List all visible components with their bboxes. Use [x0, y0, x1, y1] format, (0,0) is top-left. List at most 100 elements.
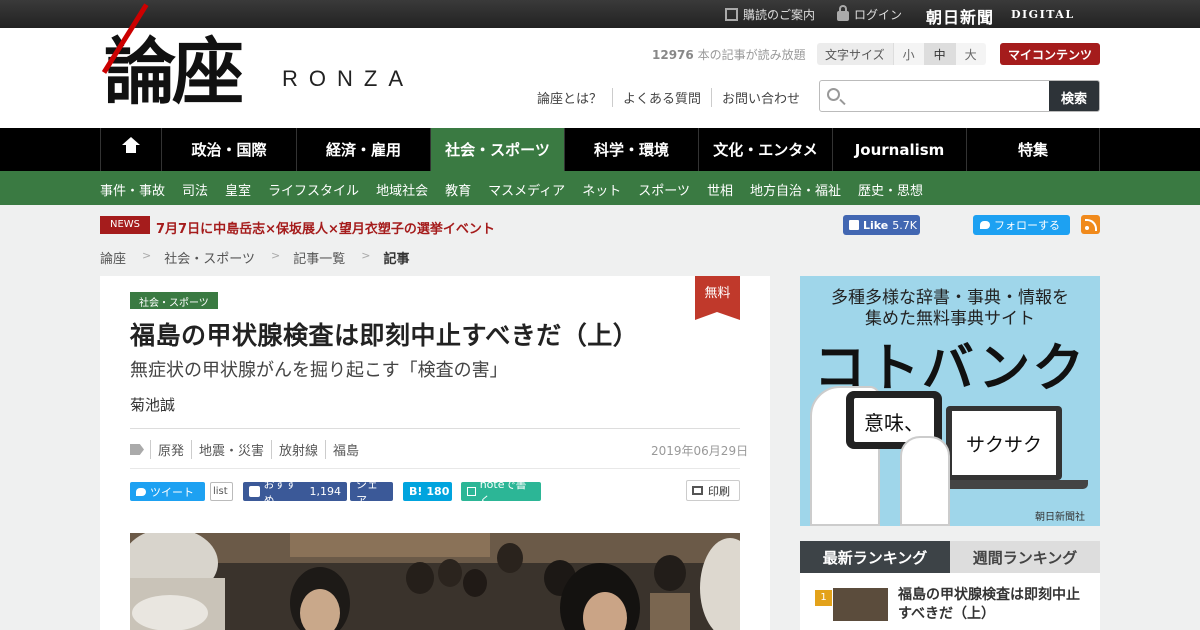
note-button[interactable]: noteで書く: [461, 478, 541, 507]
hatena-label: B!: [409, 485, 423, 498]
fb-like-count: 5.7K: [892, 218, 917, 232]
nav-item-economy[interactable]: 経済・雇用: [296, 128, 430, 171]
faq-link[interactable]: よくある質問: [612, 88, 711, 107]
note-icon: [467, 487, 476, 496]
search-input[interactable]: [848, 81, 1048, 111]
divider: [130, 428, 740, 429]
subscribe-link[interactable]: 購読のご案内: [725, 6, 815, 23]
tw-follow-label: フォローする: [994, 219, 1060, 232]
laptop-base: [938, 480, 1088, 489]
rank-title-link[interactable]: 福島の甲状腺検査は即刻中止すべきだ（上）: [898, 586, 1088, 624]
asahi-brand-sub[interactable]: DIGITAL: [1011, 8, 1075, 21]
nav-item-science[interactable]: 科学・環境: [564, 128, 698, 171]
nav-home[interactable]: [100, 128, 161, 171]
subnav-item[interactable]: スポーツ: [638, 180, 690, 199]
print-label: 印刷: [708, 484, 730, 498]
home-icon: [122, 136, 140, 157]
fb-recommend-label: おすすめ: [263, 477, 297, 507]
subnav-item[interactable]: 世相: [707, 180, 733, 199]
article-title: 福島の甲状腺検査は即刻中止すべきだ（上）: [130, 321, 639, 350]
subnav-item[interactable]: 教育: [445, 180, 471, 199]
tag-link[interactable]: 放射線: [271, 440, 325, 459]
nav-item-culture[interactable]: 文化・エンタメ: [698, 128, 832, 171]
rank-number: 1: [815, 590, 832, 606]
publish-date: 2019年06月29日: [651, 444, 749, 458]
tag-link[interactable]: 地震・災害: [191, 440, 271, 459]
top-bar: 購読のご案内 ログイン 朝日新聞 DIGITAL: [0, 0, 1200, 28]
subnav-item[interactable]: 地域社会: [376, 180, 428, 199]
logo-roman[interactable]: RONZA: [282, 66, 414, 92]
tweet-button[interactable]: ツイート: [130, 482, 205, 501]
hatena-bookmark-button[interactable]: B! 180: [403, 482, 452, 501]
subnav-item[interactable]: マスメディア: [488, 180, 565, 199]
fb-count: 1,194: [309, 485, 342, 498]
facebook-like-button[interactable]: Like 5.7K: [843, 215, 920, 235]
fb-like-label: Like: [863, 218, 889, 232]
site-logo[interactable]: 論座: [104, 36, 244, 108]
twitter-follow-button[interactable]: フォローする: [973, 215, 1070, 235]
main-nav: 政治・国際 経済・雇用 社会・スポーツ 科学・環境 文化・エンタメ Journa…: [0, 128, 1200, 171]
edit-icon: [725, 8, 738, 21]
news-headline-link[interactable]: 7月7日に中島岳志×保坂展人×望月衣塑子の選挙イベント: [156, 218, 495, 237]
news-badge: NEWS: [100, 216, 150, 234]
subnav-item[interactable]: 地方自治・福祉: [750, 180, 841, 199]
printer-icon: [692, 486, 703, 495]
asahi-brand[interactable]: 朝日新聞: [926, 4, 994, 28]
subnav-item[interactable]: 事件・事故: [100, 180, 165, 199]
finger-illustration: [900, 436, 950, 526]
font-size-small[interactable]: 小: [892, 43, 924, 65]
photo-illustration: [130, 533, 740, 630]
ranking-list: 1 福島の甲状腺検査は即刻中止すべきだ（上）: [800, 573, 1100, 630]
subnav-item[interactable]: 歴史・思想: [858, 180, 923, 199]
kotobank-ad[interactable]: 多種多様な辞書・事典・情報を 集めた無料事典サイト コトバンク 意味、 サクサク…: [800, 276, 1100, 526]
nav-item-society[interactable]: 社会・スポーツ: [430, 128, 564, 171]
login-link[interactable]: ログイン: [837, 4, 903, 23]
subnav-item[interactable]: 皇室: [225, 180, 251, 199]
fb-share-button[interactable]: シェア: [350, 478, 393, 507]
nav-item-features[interactable]: 特集: [966, 128, 1100, 171]
subnav-item[interactable]: ネット: [582, 180, 621, 199]
read-count-suffix: 本の記事が読み放題: [693, 48, 806, 62]
subnav-item[interactable]: 司法: [182, 180, 208, 199]
breadcrumb-item[interactable]: 社会・スポーツ: [164, 248, 255, 267]
nav-item-journalism[interactable]: Journalism: [832, 128, 966, 171]
hatena-count: 180: [426, 485, 450, 498]
tab-weekly-ranking[interactable]: 週間ランキング: [950, 541, 1100, 573]
breadcrumb-separator: >: [142, 249, 152, 262]
search-box: 検索: [819, 80, 1100, 112]
font-size-large[interactable]: 大: [954, 43, 986, 65]
font-size-label: 文字サイズ: [817, 43, 893, 65]
login-label: ログイン: [854, 8, 903, 22]
breadcrumb-separator: >: [270, 249, 281, 262]
rss-icon[interactable]: [1081, 215, 1100, 234]
header-links: 論座とは？ よくある質問 お問い合わせ: [537, 88, 810, 107]
fb-recommend-button[interactable]: おすすめ 1,194: [243, 478, 347, 507]
tab-latest-ranking[interactable]: 最新ランキング: [800, 541, 950, 573]
ad-laptop-text: サクサク: [952, 411, 1056, 475]
rank-thumbnail[interactable]: [833, 588, 888, 621]
twitter-bird-icon: [980, 221, 990, 229]
about-link[interactable]: 論座とは？: [537, 88, 612, 107]
breadcrumb-separator: >: [361, 249, 371, 262]
tag-icon: [130, 444, 144, 455]
article-card: 社会・スポーツ 無料 福島の甲状腺検査は即刻中止すべきだ（上） 無症状の甲状腺が…: [100, 276, 770, 630]
category-badge[interactable]: 社会・スポーツ: [130, 292, 218, 309]
subnav-item[interactable]: ライフスタイル: [268, 180, 359, 199]
article-photo: [130, 533, 740, 630]
tag-link[interactable]: 原発: [150, 440, 191, 459]
tag-link[interactable]: 福島: [325, 440, 366, 459]
search-icon: [827, 88, 840, 101]
font-size-medium[interactable]: 中: [923, 43, 955, 65]
twitter-list-button[interactable]: list: [210, 482, 233, 501]
search-button[interactable]: 検索: [1049, 81, 1099, 111]
article-author[interactable]: 菊池誠: [130, 394, 175, 415]
print-button[interactable]: 印刷: [686, 480, 740, 501]
subscribe-label: 購読のご案内: [743, 8, 816, 22]
contact-link[interactable]: お問い合わせ: [711, 88, 810, 107]
my-contents-button[interactable]: マイコンテンツ: [1000, 43, 1100, 65]
breadcrumb-item[interactable]: 論座: [100, 248, 126, 267]
divider: [130, 468, 740, 469]
nav-item-politics[interactable]: 政治・国際: [161, 128, 296, 171]
breadcrumb-item[interactable]: 記事一覧: [293, 248, 345, 267]
lock-icon: [837, 4, 849, 21]
